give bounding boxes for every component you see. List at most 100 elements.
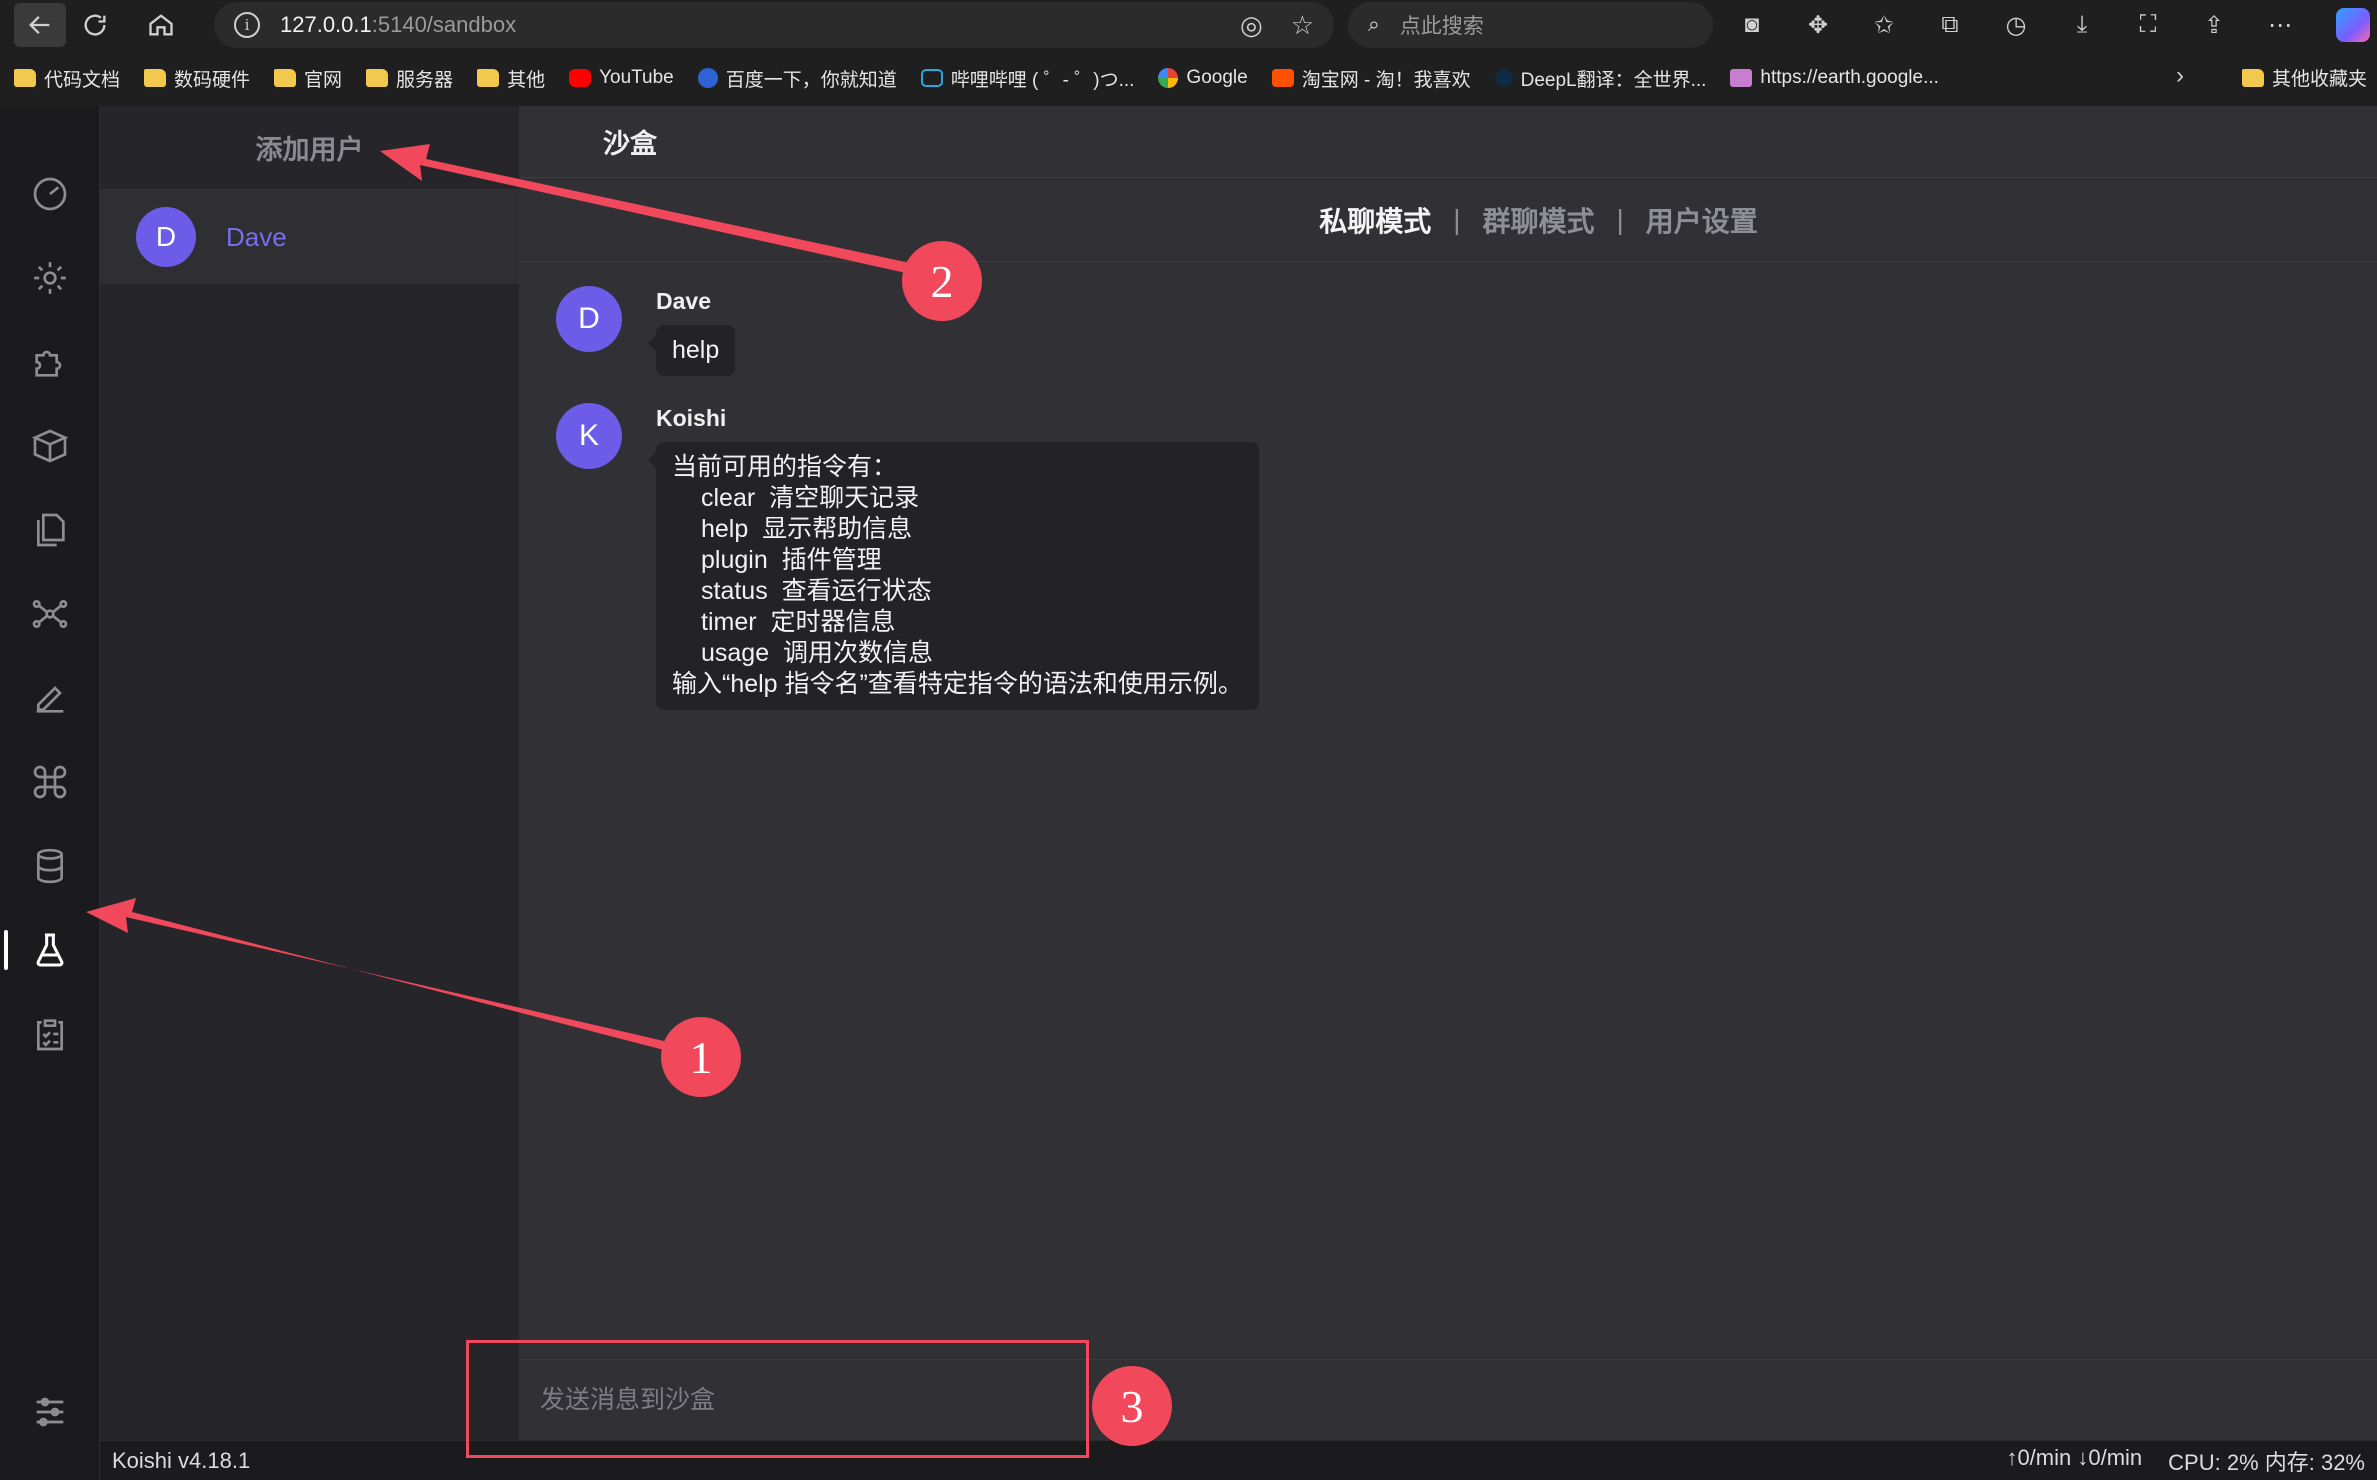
message-line: usage 调用次数信息 xyxy=(701,639,934,667)
tab-group-chat[interactable]: 群聊模式 xyxy=(1482,200,1594,240)
favorite-star-icon[interactable]: ☆ xyxy=(1291,10,1314,41)
share-icon[interactable]: ⇪ xyxy=(2192,11,2236,40)
folder-icon xyxy=(477,69,500,87)
avatar: D xyxy=(556,286,622,352)
bookmark-item[interactable]: https://earth.google... xyxy=(1730,67,1939,89)
message-line: timer 定时器信息 xyxy=(701,608,896,636)
back-button[interactable] xyxy=(14,3,66,47)
nav-dashboard[interactable] xyxy=(0,152,100,236)
annotation-badge-2: 2 xyxy=(902,241,982,321)
bookmark-label: 其他 xyxy=(507,69,546,91)
nav-plugins[interactable] xyxy=(0,320,100,404)
baidu-icon xyxy=(697,68,718,88)
bookmark-item[interactable]: 官网 xyxy=(274,65,342,92)
message-line: 输入“help 指令名”查看特定指令的语法和使用示例。 xyxy=(672,670,1243,698)
earth-icon xyxy=(1730,69,1753,87)
upload-rate: ↑0/min xyxy=(2006,1444,2072,1470)
page-title: 沙盒 xyxy=(520,106,2377,178)
favorites-icon[interactable]: ✩ xyxy=(1862,11,1906,40)
bookmark-item[interactable]: 代码文档 xyxy=(14,65,120,92)
browser-essentials-icon[interactable]: ◎ xyxy=(1240,10,1263,41)
refresh-button[interactable] xyxy=(70,3,120,47)
sliders-icon xyxy=(36,1397,64,1427)
bookmarks-overflow-chevron-icon[interactable]: › xyxy=(2176,62,2184,90)
nav-commands[interactable] xyxy=(0,740,100,824)
browser-search-box[interactable]: ⌕ 点此搜索 xyxy=(1348,2,1713,48)
screenshot-icon[interactable]: ⛶ xyxy=(2126,11,2170,39)
more-menu-icon[interactable]: ⋯ xyxy=(2258,11,2302,40)
chat-message: K Koishi 当前可用的指令有： clear 清空聊天记录 help 显示帮助信… xyxy=(556,403,1259,710)
add-user-button[interactable]: 添加用户 xyxy=(100,106,519,190)
avatar: D xyxy=(136,207,196,267)
nav-sandbox[interactable] xyxy=(0,908,100,992)
tab-private-chat[interactable]: 私聊模式 xyxy=(1319,200,1431,240)
history-icon[interactable]: ◷ xyxy=(1994,11,2038,40)
clipboard-check-icon xyxy=(37,1019,63,1051)
database-icon xyxy=(37,848,63,884)
nav-dependencies[interactable] xyxy=(0,572,100,656)
nav-market[interactable] xyxy=(0,404,100,488)
home-button[interactable] xyxy=(136,3,186,47)
refresh-icon xyxy=(84,14,106,36)
activity-bar xyxy=(0,106,100,1480)
folder-icon xyxy=(14,69,36,87)
message-sender: Dave xyxy=(656,288,711,314)
bookmark-item[interactable]: 其他 xyxy=(477,65,545,92)
bookmark-label: https://earth.google... xyxy=(1760,67,1939,88)
url-host: 127.0.0.1 xyxy=(280,12,372,37)
address-bar[interactable]: i 127.0.0.1:5140/sandbox ◎ ☆ xyxy=(214,2,1334,48)
bookmark-item[interactable]: DeepL翻译：全世界... xyxy=(1494,65,1707,92)
collections-icon[interactable]: ⧉ xyxy=(1928,11,1972,39)
flask-icon xyxy=(36,933,64,967)
home-icon xyxy=(149,14,173,36)
annotation-badge-1: 1 xyxy=(661,1017,741,1097)
bookmark-item[interactable]: 数码硬件 xyxy=(144,65,250,92)
message-line: 当前可用的指令有： xyxy=(672,453,898,481)
taobao-icon xyxy=(1271,69,1294,87)
nav-settings[interactable] xyxy=(0,236,100,320)
bookmark-label: DeepL翻译：全世界... xyxy=(1520,69,1707,91)
annotation-highlight-box xyxy=(466,1340,1089,1458)
bookmark-item[interactable]: 服务器 xyxy=(366,65,453,92)
arrow-left-icon xyxy=(29,16,50,34)
command-icon xyxy=(33,765,67,799)
other-bookmarks[interactable]: 其他收藏夹 xyxy=(2242,64,2367,91)
bookmark-item[interactable]: 百度一下，你就知道 xyxy=(697,65,897,92)
nav-editor[interactable] xyxy=(0,656,100,740)
gear-icon xyxy=(34,262,66,294)
download-icon[interactable]: ⤓ xyxy=(2060,11,2104,39)
bookmarks-bar: 代码文档 数码硬件 官网 服务器 其他 YouTube 百度一下，你就知道 哔哩哔哩 ( ゜-… xyxy=(0,50,2377,106)
bookmark-item[interactable]: YouTube xyxy=(569,67,674,89)
bookmark-label: 服务器 xyxy=(396,69,454,91)
bookmark-label: YouTube xyxy=(599,67,674,88)
bookmark-item[interactable]: 哔哩哔哩 ( ゜- ゜)つ... xyxy=(920,65,1134,92)
extensions-icon[interactable]: ✥ xyxy=(1796,11,1840,40)
annotation-badge-3: 3 xyxy=(1092,1366,1172,1446)
message-line: plugin 插件管理 xyxy=(701,546,882,574)
nav-preferences[interactable] xyxy=(0,1370,100,1454)
bookmark-label: 淘宝网 - 淘！我喜欢 xyxy=(1301,69,1471,91)
nav-database[interactable] xyxy=(0,824,100,908)
tab-user-settings[interactable]: 用户设置 xyxy=(1646,200,1758,240)
user-item-dave[interactable]: D Dave xyxy=(100,190,519,284)
puzzle-icon xyxy=(35,350,62,377)
url-path: :5140/sandbox xyxy=(371,12,517,37)
nav-files[interactable] xyxy=(0,488,100,572)
other-bookmarks-label: 其他收藏夹 xyxy=(2272,69,2368,90)
search-placeholder: 点此搜索 xyxy=(1399,15,1484,38)
graph-nodes-icon xyxy=(32,600,68,628)
files-icon xyxy=(37,513,65,547)
site-info-icon[interactable]: i xyxy=(234,12,260,38)
profile-icon[interactable]: ◙ xyxy=(1730,11,1774,39)
nav-logs[interactable] xyxy=(0,992,100,1076)
status-bar: Koishi v4.18.1 ↑0/min ↓0/min CPU: 2% 内存:… xyxy=(100,1440,2377,1480)
message-sender: Koishi xyxy=(656,405,727,431)
chat-message: D Dave help xyxy=(556,286,736,376)
bookmark-item[interactable]: 淘宝网 - 淘！我喜欢 xyxy=(1271,65,1471,92)
download-rate: ↓0/min xyxy=(2077,1444,2143,1470)
mode-tabs: 私聊模式 | 群聊模式 | 用户设置 xyxy=(520,178,2377,262)
message-line: clear 清空聊天记录 xyxy=(701,484,920,512)
copilot-icon[interactable] xyxy=(2336,8,2370,42)
gauge-icon xyxy=(33,177,67,211)
bookmark-item[interactable]: Google xyxy=(1158,67,1248,89)
